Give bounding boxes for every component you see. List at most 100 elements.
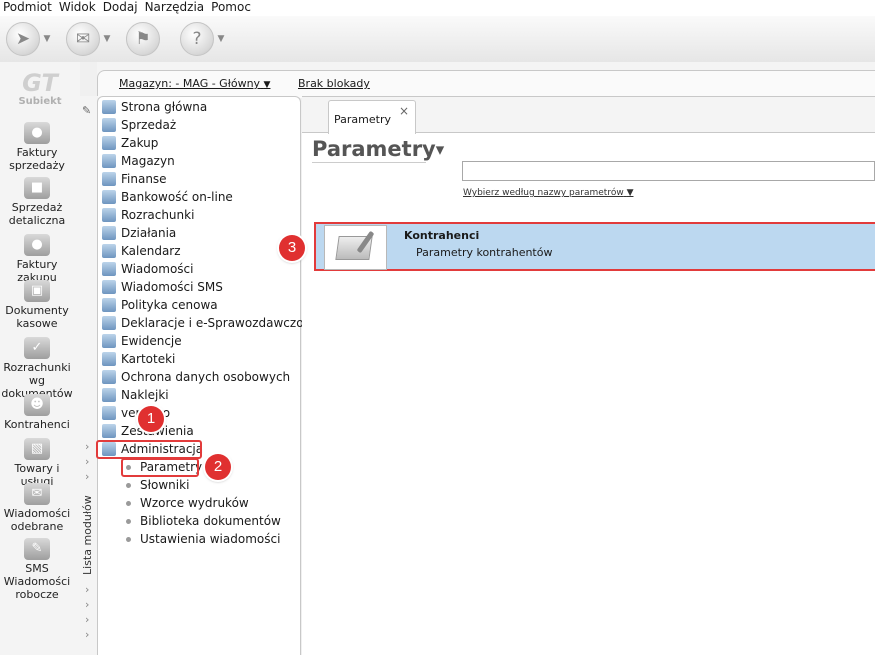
calendar-icon bbox=[102, 244, 116, 258]
step-badge-2: 2 bbox=[205, 454, 231, 480]
menu-narzedzia[interactable]: Narzędzia bbox=[142, 0, 209, 16]
chevron-down-icon[interactable]: ▼ bbox=[214, 34, 228, 44]
module-item[interactable]: Strona główna bbox=[102, 98, 207, 116]
goods-icon: ▧ bbox=[24, 438, 50, 460]
label-icon bbox=[102, 388, 116, 402]
pin-icon[interactable]: ✎ bbox=[82, 104, 91, 117]
nav-label: Sprzedaż detaliczna bbox=[8, 201, 66, 227]
menu-bar: Podmiot Widok Dodaj Narzędzia Pomoc bbox=[0, 0, 875, 16]
nav-label: Dokumenty kasowe bbox=[5, 304, 69, 330]
module-item[interactable]: Naklejki bbox=[102, 386, 169, 404]
left-navigation-bar: GT Subiekt ● Faktury sprzedaży ■ Sprzeda… bbox=[0, 62, 80, 655]
warehouse-icon bbox=[102, 154, 116, 168]
nav-faktury-zakupu[interactable]: ● Faktury zakupu bbox=[0, 234, 74, 284]
sales-icon bbox=[102, 118, 116, 132]
tasks-icon[interactable]: ⚑ bbox=[126, 22, 160, 56]
bullet-icon bbox=[126, 500, 131, 506]
menu-dodaj[interactable]: Dodaj bbox=[100, 0, 142, 16]
highlight-parametry bbox=[121, 458, 199, 477]
module-item[interactable]: Wiadomości SMS bbox=[102, 278, 223, 296]
step-badge-1: 1 bbox=[138, 406, 164, 432]
module-item[interactable]: Bankowość on-line bbox=[102, 188, 233, 206]
lock-status-link[interactable]: Brak blokady bbox=[298, 77, 370, 90]
module-item[interactable]: Kartoteki bbox=[102, 350, 175, 368]
toolbar: ➤ ▼ ✉ ▼ ⚑ ? ▼ bbox=[0, 16, 875, 62]
nav-towary-i-uslugi[interactable]: ▧ Towary i usługi bbox=[0, 438, 74, 488]
module-item[interactable]: Polityka cenowa bbox=[102, 296, 218, 314]
module-item[interactable]: Deklaracje i e-Sprawozdawczość bbox=[102, 314, 316, 332]
nav-dokumenty-kasowe[interactable]: ▣ Dokumenty kasowe bbox=[0, 280, 74, 330]
sms-icon bbox=[102, 280, 116, 294]
price-icon bbox=[102, 298, 116, 312]
nav-label: Faktury sprzedaży bbox=[9, 146, 65, 172]
nav-sms-wiadomosci-robocze[interactable]: ✎ SMS Wiadomości robocze bbox=[0, 538, 74, 601]
chevron-right-icon[interactable]: › bbox=[85, 440, 89, 453]
magazyn-selector[interactable]: Magazyn: - MAG - Główny ▼ bbox=[119, 77, 270, 90]
tab-parametry[interactable]: Parametry × bbox=[328, 100, 416, 134]
chevron-right-icon[interactable]: › bbox=[85, 455, 89, 468]
purchase-icon bbox=[102, 136, 116, 150]
chevron-right-icon[interactable]: › bbox=[85, 598, 89, 611]
submodule-item[interactable]: Słowniki bbox=[126, 476, 189, 494]
nav-label: Wiadomości odebrane bbox=[3, 507, 71, 533]
register-icon: ■ bbox=[24, 177, 50, 199]
chevron-down-icon: ▼ bbox=[626, 188, 634, 198]
nav-wiadomosci-odebrane[interactable]: ✉ Wiadomości odebrane bbox=[0, 483, 74, 533]
module-item[interactable]: Magazyn bbox=[102, 152, 175, 170]
settlements-icon bbox=[102, 208, 116, 222]
module-item[interactable]: Zakup bbox=[102, 134, 158, 152]
chevron-down-icon[interactable]: ▼ bbox=[100, 34, 114, 44]
edit-document-icon bbox=[324, 225, 387, 270]
logo: GT Subiekt bbox=[8, 70, 72, 110]
cash-icon: ▣ bbox=[24, 280, 50, 302]
sms-icon: ✎ bbox=[24, 538, 50, 560]
cards-icon bbox=[102, 352, 116, 366]
nav-rozrachunki[interactable]: ✓ Rozrachunki wg dokumentów bbox=[0, 337, 74, 400]
menu-podmiot[interactable]: Podmiot bbox=[0, 0, 56, 16]
filter-dropdown[interactable]: Wybierz według nazwy parametrów ▼ bbox=[463, 188, 633, 198]
bullet-icon bbox=[126, 482, 131, 488]
module-item[interactable]: Ochrona danych osobowych bbox=[102, 368, 290, 386]
submodule-item[interactable]: Ustawienia wiadomości bbox=[126, 530, 280, 548]
menu-widok[interactable]: Widok bbox=[56, 0, 100, 16]
receive-mail-icon[interactable]: ✉ bbox=[66, 22, 100, 56]
menu-pomoc[interactable]: Pomoc bbox=[208, 0, 255, 16]
logo-name: Subiekt bbox=[18, 96, 62, 107]
bank-icon bbox=[102, 190, 116, 204]
page-title[interactable]: Parametry▼ bbox=[312, 137, 444, 161]
chevron-right-icon[interactable]: › bbox=[85, 613, 89, 626]
search-input[interactable] bbox=[462, 161, 875, 181]
declarations-icon bbox=[102, 316, 116, 330]
highlight-administracja bbox=[96, 440, 202, 459]
module-item[interactable]: Finanse bbox=[102, 170, 167, 188]
send-mail-icon[interactable]: ➤ bbox=[6, 22, 40, 56]
module-item[interactable]: Ewidencje bbox=[102, 332, 182, 350]
step-badge-3: 3 bbox=[279, 235, 305, 261]
close-icon[interactable]: × bbox=[399, 104, 409, 118]
coins-icon: ● bbox=[24, 122, 50, 144]
help-icon[interactable]: ? bbox=[180, 22, 214, 56]
vendero-icon bbox=[102, 406, 116, 420]
chevron-right-icon[interactable]: › bbox=[85, 628, 89, 641]
chevron-down-icon: ▼ bbox=[435, 143, 445, 157]
person-icon: ☻ bbox=[24, 394, 50, 416]
module-item[interactable]: Kalendarz bbox=[102, 242, 181, 260]
shield-icon bbox=[102, 370, 116, 384]
nav-kontrahenci[interactable]: ☻ Kontrahenci bbox=[0, 394, 74, 431]
submodule-item[interactable]: Wzorce wydruków bbox=[126, 494, 249, 512]
card-subtitle: Parametry kontrahentów bbox=[416, 246, 553, 259]
parameter-card-kontrahenci[interactable]: Kontrahenci Parametry kontrahentów bbox=[314, 222, 875, 271]
chevron-right-icon[interactable]: › bbox=[85, 470, 89, 483]
nav-faktury-sprzedazy[interactable]: ● Faktury sprzedaży bbox=[0, 122, 74, 172]
magazyn-label: Magazyn: - MAG - Główny bbox=[119, 77, 261, 90]
submodule-item[interactable]: Biblioteka dokumentów bbox=[126, 512, 281, 530]
mail-icon bbox=[102, 262, 116, 276]
chevron-right-icon[interactable]: › bbox=[85, 583, 89, 596]
module-item[interactable]: Sprzedaż bbox=[102, 116, 176, 134]
chevron-down-icon[interactable]: ▼ bbox=[40, 34, 54, 44]
module-item[interactable]: Rozrachunki bbox=[102, 206, 194, 224]
nav-label: Kontrahenci bbox=[4, 418, 70, 431]
module-item[interactable]: Wiadomości bbox=[102, 260, 193, 278]
module-item[interactable]: Działania bbox=[102, 224, 176, 242]
nav-sprzedaz-detaliczna[interactable]: ■ Sprzedaż detaliczna bbox=[0, 177, 74, 227]
